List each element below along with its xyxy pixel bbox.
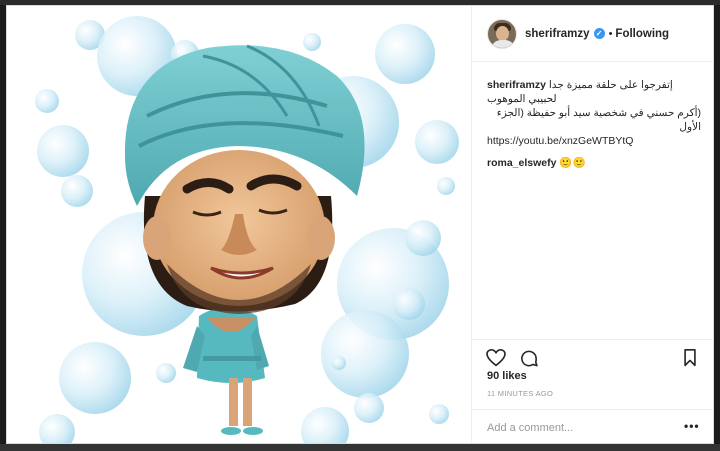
add-comment-input[interactable]: Add a comment... <box>487 422 573 434</box>
post-sidebar: sheriframzy ✓ • Following sheriframzy إت… <box>472 6 713 443</box>
post-image[interactable] <box>7 6 472 443</box>
caption-link[interactable]: https://youtu.be/xnzGeWTBYtQ <box>487 134 701 148</box>
post-header: sheriframzy ✓ • Following <box>472 6 713 62</box>
more-options-icon[interactable]: ••• <box>684 419 700 433</box>
action-bar <box>472 339 713 369</box>
bookmark-icon[interactable] <box>683 349 697 367</box>
comment-username[interactable]: roma_elswefy <box>487 157 556 169</box>
browser-bottom-strip <box>0 444 720 451</box>
timestamp[interactable]: 11 MINUTES AGO <box>487 389 553 398</box>
caption-username[interactable]: sheriframzy <box>487 79 546 91</box>
likes-count[interactable]: 90 likes <box>487 370 527 382</box>
robe <box>183 307 269 435</box>
caption: sheriframzy إتفرجوا على حلقة مميزة جدا ل… <box>487 78 701 148</box>
following-button[interactable]: Following <box>615 28 669 40</box>
add-comment-box: Add a comment... ••• <box>472 409 713 443</box>
verified-badge-icon: ✓ <box>593 28 605 39</box>
separator-dot: • <box>608 27 613 40</box>
caricature-illustration <box>35 16 459 443</box>
avatar[interactable] <box>487 18 517 49</box>
heart-icon[interactable] <box>486 349 506 367</box>
instagram-post: sheriframzy ✓ • Following sheriframzy إت… <box>6 5 714 444</box>
comments-section: sheriframzy إتفرجوا على حلقة مميزة جدا ل… <box>472 62 713 170</box>
caption-line-2: (أكرم حسني في شخصية سيد أبو حفيظة (الجزء… <box>496 107 701 133</box>
comment: roma_elswefy 🙂🙂 <box>487 156 701 170</box>
username-link[interactable]: sheriframzy <box>525 28 590 40</box>
comment-icon[interactable] <box>519 349 539 368</box>
comment-text: 🙂🙂 <box>559 157 586 169</box>
